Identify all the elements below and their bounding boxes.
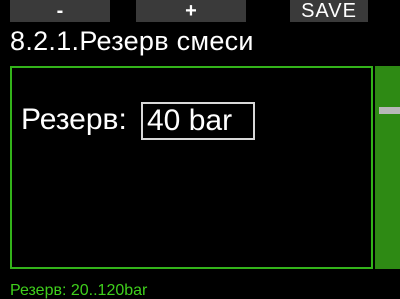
settings-panel: Резерв: 40 bar bbox=[10, 66, 373, 269]
decrease-button[interactable]: - bbox=[10, 0, 110, 22]
save-button[interactable]: SAVE bbox=[290, 0, 368, 22]
increase-button[interactable]: + bbox=[136, 0, 246, 22]
reserve-value-field[interactable]: 40 bar bbox=[141, 102, 255, 140]
reserve-label: Резерв: bbox=[21, 103, 127, 136]
page-title: 8.2.1.Резерв смеси bbox=[10, 26, 254, 56]
range-hint: Резерв: 20..120bar bbox=[10, 282, 148, 299]
scrollbar-thumb[interactable] bbox=[379, 107, 400, 114]
scrollbar[interactable] bbox=[375, 66, 400, 269]
